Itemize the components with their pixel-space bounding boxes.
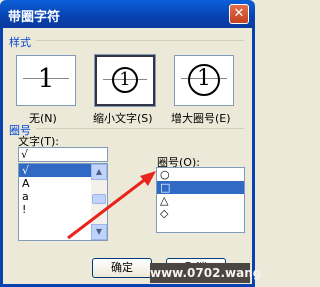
annotation-arrow xyxy=(67,171,156,240)
ok-button[interactable]: 确定 xyxy=(92,258,152,278)
watermark-logo: www.0702.wang xyxy=(150,263,261,283)
